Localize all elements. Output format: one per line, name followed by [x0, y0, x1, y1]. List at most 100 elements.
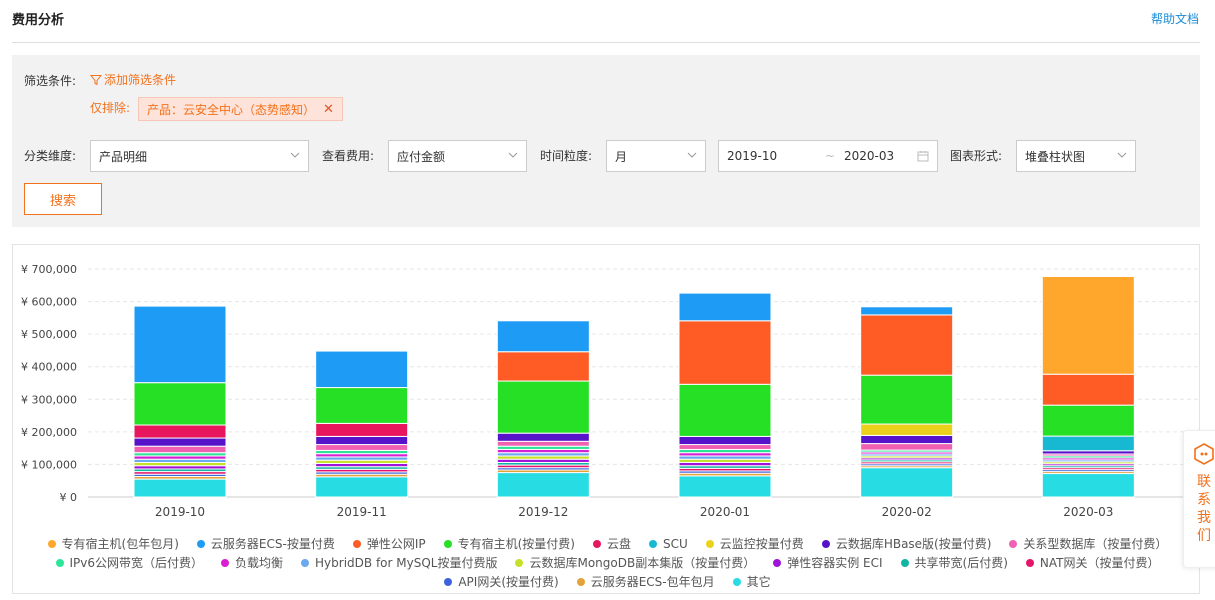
legend-item[interactable]: 负载均衡 [221, 555, 283, 570]
bar-segment[interactable] [133, 437, 227, 447]
chart-form-select[interactable]: 堆叠柱状图 [1016, 140, 1136, 172]
contact-us-label: 联系我们 [1197, 474, 1211, 544]
page-title: 费用分析 [12, 13, 65, 28]
bar-segment[interactable] [860, 423, 954, 436]
legend-item[interactable]: 专有宿主机(按量付费) [443, 536, 575, 551]
legend-item[interactable]: 关系型数据库（按量付费） [1009, 536, 1167, 551]
legend-item[interactable]: 弹性容器实例 ECI [773, 555, 883, 570]
bar-segment[interactable] [496, 472, 590, 498]
chevron-down-icon [1117, 152, 1127, 158]
bar-segment[interactable] [860, 314, 954, 376]
bar-segment[interactable] [133, 478, 227, 498]
bar-segment[interactable] [133, 305, 227, 384]
y-tick-label: ¥ 200,000 [21, 426, 77, 439]
bar-segment[interactable] [678, 435, 772, 446]
bar-segment[interactable] [678, 292, 772, 322]
bar-segment[interactable] [496, 440, 590, 447]
granularity-select[interactable]: 月 [606, 140, 706, 172]
legend-item[interactable]: NAT网关（按量付费） [1025, 555, 1160, 570]
legend-label: 云盘 [607, 537, 632, 551]
bar-segment[interactable] [315, 350, 409, 389]
legend-dot-icon [1025, 558, 1034, 567]
bar-segment[interactable] [678, 444, 772, 450]
legend-dot-icon [773, 558, 782, 567]
legend-item[interactable]: API网关(按量付费) [444, 574, 559, 589]
legend-item[interactable]: IPv6公网带宽（后付费） [55, 555, 203, 570]
cost-chart: ¥ 0 ¥ 100,000 ¥ 200,000 ¥ 300,000 ¥ 400,000 ¥… [12, 244, 1200, 594]
dimension-value: 产品明细 [99, 149, 148, 164]
y-tick-label: ¥ 500,000 [21, 328, 77, 341]
chat-icon [1194, 443, 1214, 465]
granularity-label: 时间粒度: [540, 149, 593, 163]
bar-segment[interactable] [1041, 404, 1135, 437]
bar-segment[interactable] [860, 434, 954, 445]
legend-label: 弹性容器实例 ECI [787, 556, 883, 570]
help-link[interactable]: 帮助文档 [1151, 10, 1199, 27]
legend-item[interactable]: 云盘 [593, 536, 631, 551]
bar-segment[interactable] [496, 432, 590, 442]
bar-segment[interactable] [1041, 473, 1135, 498]
x-tick-label: 2020-02 [882, 505, 932, 519]
bar-segment[interactable] [678, 320, 772, 385]
bar-segment[interactable] [860, 374, 954, 425]
title-divider [12, 42, 1200, 43]
date-range-picker[interactable]: 2019-10 ~ 2020-03 [718, 140, 938, 172]
legend-label: 云服务器ECS-按量付费 [210, 537, 335, 551]
chart-legend: 专有宿主机(包年包月) 云服务器ECS-按量付费 弹性公网IP 专有宿主机(按量付费)… [25, 536, 1190, 589]
bar-segment[interactable] [860, 443, 954, 451]
chart-form-label: 图表形式: [950, 149, 1003, 163]
bar-segment[interactable] [315, 422, 409, 437]
bar-segment[interactable] [315, 476, 409, 498]
legend-label: 负载均衡 [235, 556, 284, 570]
legend-item[interactable]: 云服务器ECS-包年包月 [576, 574, 715, 589]
legend-item[interactable]: HybridDB for MySQL按量付费版 [301, 555, 497, 570]
x-tick-label: 2019-11 [337, 505, 387, 519]
legend-item[interactable]: SCU [649, 536, 688, 551]
x-tick-label: 2019-10 [155, 505, 205, 519]
bar-segment[interactable] [133, 424, 227, 439]
legend-item[interactable]: 云数据库HBase版(按量付费) [821, 536, 991, 551]
legend-dot-icon [821, 539, 830, 548]
close-icon[interactable]: ✕ [323, 102, 334, 117]
legend-item[interactable]: 专有宿主机(包年包月) [47, 536, 179, 551]
bar-segment[interactable] [133, 445, 227, 454]
filter-conditions-label: 筛选条件: [24, 74, 77, 88]
contact-us-tab[interactable]: 联系我们 [1183, 430, 1215, 568]
legend-item[interactable]: 云数据库MongoDB副本集版（按量付费） [515, 555, 755, 570]
bar-segment[interactable] [860, 306, 954, 316]
legend-item[interactable]: 弹性公网IP [352, 536, 426, 551]
y-tick-label: ¥ 0 [60, 491, 78, 504]
bar-segment[interactable] [1041, 435, 1135, 452]
cost-select[interactable]: 应付金额 [388, 140, 527, 172]
bar-segment[interactable] [496, 320, 590, 353]
exclude-tag-label: 产品：云安全中心（态势感知） [147, 102, 316, 117]
add-filter-button[interactable]: 添加筛选条件 [90, 71, 176, 88]
filter-panel: 筛选条件: 添加筛选条件 仅排除: 产品：云安全中心（态势感知） ✕ 分类维度:… [12, 55, 1200, 227]
bar-segment[interactable] [315, 435, 409, 446]
dimension-select[interactable]: 产品明细 [90, 140, 309, 172]
y-tick-label: ¥ 300,000 [21, 393, 77, 406]
legend-item[interactable]: 云监控按量付费 [705, 536, 804, 551]
cost-label: 查看费用: [322, 149, 375, 163]
legend-item[interactable]: 其它 [732, 574, 771, 589]
legend-label: SCU [663, 536, 688, 551]
bar-segment[interactable] [1041, 275, 1135, 375]
legend-label: 云数据库MongoDB副本集版（按量付费） [529, 556, 756, 570]
bar-segment[interactable] [678, 475, 772, 498]
bar-segment[interactable] [315, 444, 409, 451]
bar-segment[interactable] [496, 380, 590, 434]
legend-label: HybridDB for MySQL按量付费版 [315, 556, 498, 570]
legend-item[interactable]: 云服务器ECS-按量付费 [196, 536, 335, 551]
bar-segment[interactable] [860, 467, 954, 498]
x-tick-label: 2020-01 [700, 505, 750, 519]
bar-segment[interactable] [496, 351, 590, 382]
date-start: 2019-10 [727, 149, 778, 163]
bar-segment[interactable] [678, 383, 772, 437]
bar-segment[interactable] [133, 382, 227, 426]
search-button[interactable]: 搜索 [24, 183, 102, 215]
bar-segment[interactable] [1041, 373, 1135, 406]
y-tick-label: ¥ 600,000 [21, 296, 77, 309]
bar-segment[interactable] [315, 387, 409, 424]
legend-item[interactable]: 共享带宽(后付费) [900, 555, 1008, 570]
legend-label: 弹性公网IP [366, 537, 426, 551]
